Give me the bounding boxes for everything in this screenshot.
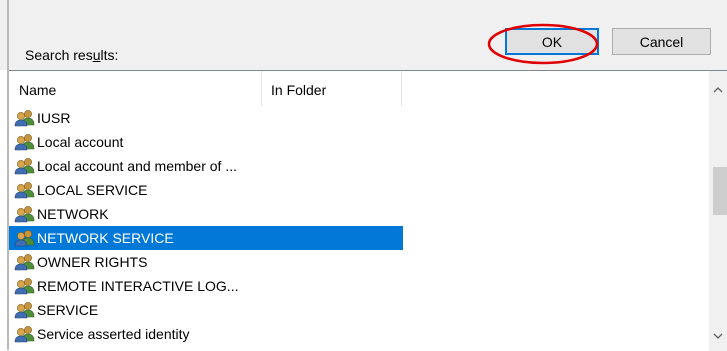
vertical-scrollbar[interactable]: [709, 71, 727, 351]
ok-button[interactable]: OK: [505, 28, 599, 55]
list-item-label: NETWORK SERVICE: [37, 230, 174, 246]
list-item-label: Service asserted identity: [37, 326, 190, 342]
column-header-in-folder[interactable]: In Folder: [262, 71, 402, 106]
list-item-label: OWNER RIGHTS: [37, 254, 148, 270]
list-item-label: IUSR: [37, 110, 71, 126]
list-item[interactable]: SERVICE: [9, 298, 403, 322]
list-item[interactable]: Local account and member of ...: [9, 154, 403, 178]
search-label-part: Search res: [25, 47, 93, 63]
list-item[interactable]: LOCAL SERVICE: [9, 178, 403, 202]
search-label-part: lts:: [100, 47, 119, 63]
users-group-icon: [13, 300, 36, 320]
list-item[interactable]: Local account: [9, 130, 403, 154]
list-item-label: Local account and member of ...: [37, 158, 237, 174]
users-group-icon: [13, 180, 36, 200]
results-rows: IUSR Local account Local account and mem…: [9, 106, 712, 346]
search-results-label: Search results:: [25, 46, 118, 64]
list-item-label: LOCAL SERVICE: [37, 182, 148, 198]
list-item-label: REMOTE INTERACTIVE LOG...: [37, 278, 239, 294]
users-group-icon: [13, 156, 36, 176]
list-item[interactable]: OWNER RIGHTS: [9, 250, 403, 274]
dialog-top-panel: Search results: OK Cancel: [0, 0, 727, 70]
list-item[interactable]: NETWORK: [9, 202, 403, 226]
search-label-mnemonic: u: [92, 47, 101, 63]
chevron-down-icon[interactable]: [709, 327, 727, 345]
search-results-list[interactable]: Name In Folder IUSR Local account Local …: [9, 70, 727, 351]
users-group-icon: [13, 108, 36, 128]
list-item[interactable]: REMOTE INTERACTIVE LOG...: [9, 274, 403, 298]
list-item-label: Local account: [37, 134, 124, 150]
list-header: Name In Folder: [9, 71, 712, 106]
list-item-label: NETWORK: [37, 206, 109, 222]
column-header-label: Name: [19, 82, 57, 98]
users-group-icon: [13, 324, 36, 344]
list-item[interactable]: NETWORK SERVICE: [9, 226, 403, 250]
list-item[interactable]: IUSR: [9, 106, 403, 130]
users-group-icon: [13, 204, 36, 224]
users-group-icon: [13, 252, 36, 272]
panel-edge: [7, 0, 9, 70]
list-item[interactable]: Service asserted identity: [9, 322, 403, 346]
chevron-up-icon[interactable]: [709, 81, 727, 99]
column-header-label: In Folder: [271, 82, 327, 98]
column-header-name[interactable]: Name: [9, 71, 262, 106]
scrollbar-thumb[interactable]: [713, 167, 727, 215]
list-item-label: SERVICE: [37, 302, 99, 318]
users-group-icon: [13, 132, 36, 152]
cancel-button[interactable]: Cancel: [612, 28, 711, 55]
users-group-icon: [13, 276, 36, 296]
users-group-icon: [13, 228, 36, 248]
